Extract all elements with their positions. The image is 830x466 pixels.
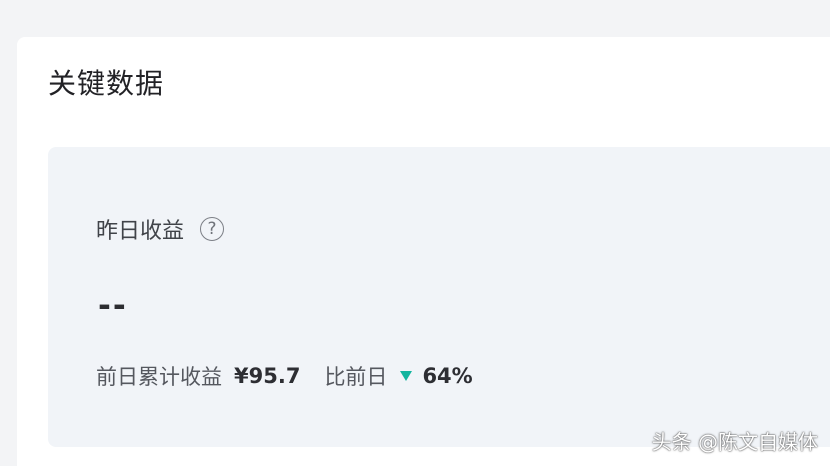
yesterday-income-header: 昨日收益 ?	[96, 212, 225, 246]
section-title: 关键数据	[48, 67, 165, 100]
change-percent: 64%	[422, 364, 473, 388]
help-icon[interactable]: ?	[200, 217, 225, 241]
key-data-panel	[48, 147, 830, 447]
yesterday-income-label: 昨日收益	[96, 219, 185, 244]
watermark: 头条 @陈文自媒体	[651, 430, 818, 454]
down-triangle-icon	[400, 371, 413, 381]
dashboard-page: 关键数据 昨日收益 ? -- 前日累计收益 ¥95.7 比前日 64% 头条 @…	[0, 0, 830, 466]
previous-day-income-amount: ¥95.7	[234, 364, 301, 388]
previous-day-income-label: 前日累计收益	[96, 365, 222, 389]
yesterday-income-value: --	[98, 288, 128, 324]
income-comparison-row: 前日累计收益 ¥95.7 比前日 64%	[96, 360, 473, 392]
compare-previous-day-label: 比前日	[324, 365, 388, 389]
